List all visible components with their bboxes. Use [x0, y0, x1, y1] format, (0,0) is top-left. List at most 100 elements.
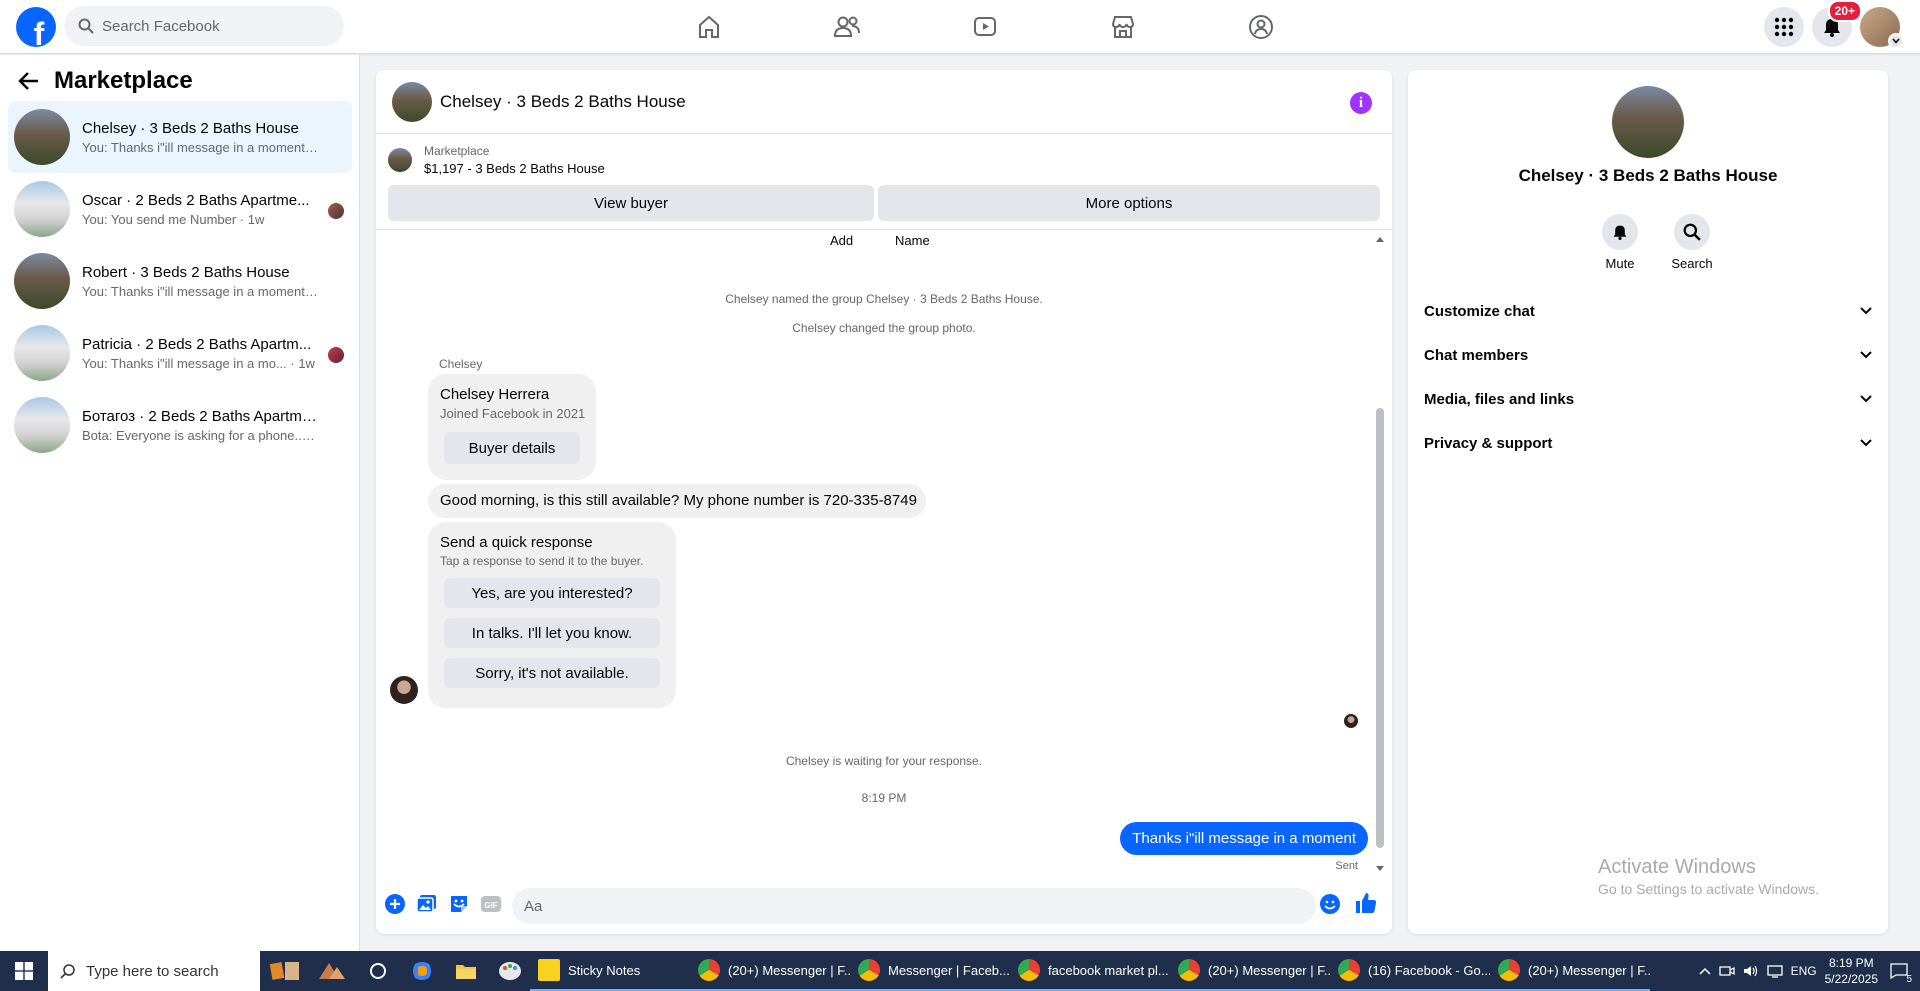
profile-avatar[interactable]	[1860, 7, 1904, 49]
search-icon	[1683, 223, 1701, 241]
taskbar-search-placeholder: Type here to search	[86, 962, 219, 980]
back-arrow-icon[interactable]	[18, 71, 40, 91]
quick-response-button[interactable]: Yes, are you interested?	[444, 578, 660, 608]
search-box[interactable]	[64, 6, 344, 46]
menu-button[interactable]	[1764, 7, 1804, 47]
watch-icon	[974, 17, 996, 36]
notification-center-icon	[1890, 963, 1908, 979]
section-privacy-support[interactable]: Privacy & support	[1424, 421, 1872, 465]
cortana-button[interactable]	[358, 951, 398, 991]
notifications-button[interactable]: 20+	[1812, 0, 1862, 47]
section-customize-chat[interactable]: Customize chat	[1424, 289, 1872, 333]
conversation-item[interactable]: Ботагоз · 2 Beds 2 Baths Apartme... Bota…	[8, 389, 352, 461]
nav-marketplace[interactable]	[1054, 0, 1192, 54]
cut-off-label: Add	[830, 233, 854, 248]
cortana-icon	[370, 963, 386, 979]
watermark-title: Activate Windows	[1598, 856, 1756, 878]
sent-message-bubble: Thanks i"ill message in a moment	[1120, 822, 1368, 855]
taskbar-pinned-app[interactable]	[310, 951, 354, 991]
conversation-title: Patricia · 2 Beds 2 Baths Apartm...	[82, 335, 312, 353]
sender-avatar[interactable]	[390, 676, 418, 704]
search-label: Search	[1671, 256, 1713, 271]
home-icon	[699, 15, 719, 38]
section-chat-members[interactable]: Chat members	[1424, 333, 1872, 377]
chat-avatar[interactable]	[392, 81, 432, 122]
search-action[interactable]: Search	[1662, 214, 1722, 271]
thumbs-up-icon[interactable]	[1354, 891, 1378, 915]
facebook-logo[interactable]: f	[16, 7, 56, 47]
system-message: Chelsey is waiting for your response.	[785, 754, 983, 768]
chevron-up-icon[interactable]	[1699, 967, 1711, 975]
taskbar-window[interactable]: (20+) Messenger | F...	[1490, 951, 1650, 991]
listing-thumbnail	[14, 397, 70, 453]
language-indicator[interactable]: ENG	[1791, 964, 1817, 978]
chat-header: Chelsey · 3 Beds 2 Baths House i	[376, 70, 1392, 134]
taskbar-pinned-app[interactable]	[266, 951, 306, 991]
taskbar-window[interactable]: (20+) Messenger | F...	[1170, 951, 1330, 991]
taskbar-pinned-app[interactable]	[490, 951, 530, 991]
more-options-button[interactable]: More options	[878, 185, 1380, 221]
search-button[interactable]	[1674, 214, 1710, 250]
emoji-icon[interactable]	[1319, 893, 1341, 915]
chat-details-panel: Chelsey · 3 Beds 2 Baths House Mute Sear…	[1408, 70, 1888, 934]
conversation-preview: You: Thanks i"ill message in a mo... · 1…	[82, 355, 315, 371]
plus-circle-icon[interactable]	[384, 893, 406, 915]
search-icon	[78, 18, 94, 34]
copilot-icon	[413, 962, 431, 980]
volume-icon[interactable]	[1743, 964, 1759, 978]
taskbar-window[interactable]: (16) Facebook - Go...	[1330, 951, 1490, 991]
nav-watch[interactable]	[916, 0, 1054, 54]
taskbar-window[interactable]: Messenger | Faceb...	[850, 951, 1010, 991]
taskbar-window[interactable]: facebook market pl...	[1010, 951, 1170, 991]
section-label: Customize chat	[1424, 302, 1535, 320]
taskbar-window[interactable]: Sticky Notes	[530, 951, 690, 991]
chat-window: Chelsey · 3 Beds 2 Baths House i Marketp…	[376, 70, 1392, 934]
quick-response-button[interactable]: In talks. I'll let you know.	[444, 618, 660, 648]
mute-button[interactable]	[1602, 214, 1638, 250]
conversation-title: Robert · 3 Beds 2 Baths House	[82, 263, 290, 281]
taskbar-pinned-app[interactable]	[402, 951, 442, 991]
sticker-icon[interactable]	[448, 893, 470, 915]
view-buyer-button[interactable]: View buyer	[388, 185, 874, 221]
conversation-item[interactable]: Chelsey · 3 Beds 2 Baths House You: Than…	[8, 101, 352, 173]
scroll-up-icon[interactable]	[1376, 236, 1384, 242]
chrome-icon	[1018, 959, 1040, 981]
scroll-down-icon[interactable]	[1376, 866, 1384, 872]
chat-avatar-large[interactable]	[1612, 86, 1684, 158]
nav-friends[interactable]	[778, 0, 916, 54]
nav-home[interactable]	[640, 0, 778, 54]
gif-icon[interactable]: GIF	[480, 893, 502, 915]
photo-icon[interactable]	[416, 893, 438, 915]
conversation-item[interactable]: Robert · 3 Beds 2 Baths House You: Thank…	[8, 245, 352, 317]
taskbar-pinned-app[interactable]	[446, 951, 486, 991]
info-icon[interactable]: i	[1350, 92, 1372, 114]
mute-action[interactable]: Mute	[1590, 214, 1650, 271]
section-media-files-links[interactable]: Media, files and links	[1424, 377, 1872, 421]
network-icon[interactable]	[1766, 964, 1783, 978]
quick-response-button[interactable]: Sorry, it's not available.	[444, 658, 660, 688]
buyer-details-button[interactable]: Buyer details	[444, 432, 580, 464]
top-navigation-bar: f 20+	[0, 0, 1920, 54]
search-input[interactable]	[102, 17, 322, 35]
start-button[interactable]	[0, 951, 48, 991]
taskbar-window-label: Messenger | Faceb...	[888, 962, 1010, 978]
conversation-item[interactable]: Patricia · 2 Beds 2 Baths Apartm... You:…	[8, 317, 352, 389]
nav-groups[interactable]	[1192, 0, 1330, 54]
taskbar-window[interactable]: (20+) Messenger | F...	[690, 951, 850, 991]
search-icon	[60, 964, 75, 979]
conversation-item[interactable]: Oscar · 2 Beds 2 Baths Apartme... You: Y…	[8, 173, 352, 245]
clock-time: 8:19 PM	[1828, 956, 1874, 970]
chat-title[interactable]: Chelsey · 3 Beds 2 Baths House	[440, 92, 686, 112]
taskbar-search[interactable]: Type here to search	[48, 951, 260, 991]
listing-thumbnail[interactable]	[388, 148, 412, 172]
photo-app-icon	[319, 963, 345, 979]
action-center-button[interactable]: 5	[1886, 959, 1912, 985]
chat-scrollbar[interactable]	[1376, 236, 1384, 872]
listing-price[interactable]: $1,197 - 3 Beds 2 Baths House	[424, 161, 605, 176]
chevron-down-icon[interactable]	[1888, 33, 1904, 49]
meet-now-icon[interactable]	[1718, 964, 1735, 978]
message-composer: GIF	[376, 876, 1392, 934]
message-input[interactable]	[512, 888, 1316, 924]
scroll-thumb[interactable]	[1376, 408, 1384, 848]
clock[interactable]: 8:19 PM 5/22/2025	[1825, 955, 1878, 987]
